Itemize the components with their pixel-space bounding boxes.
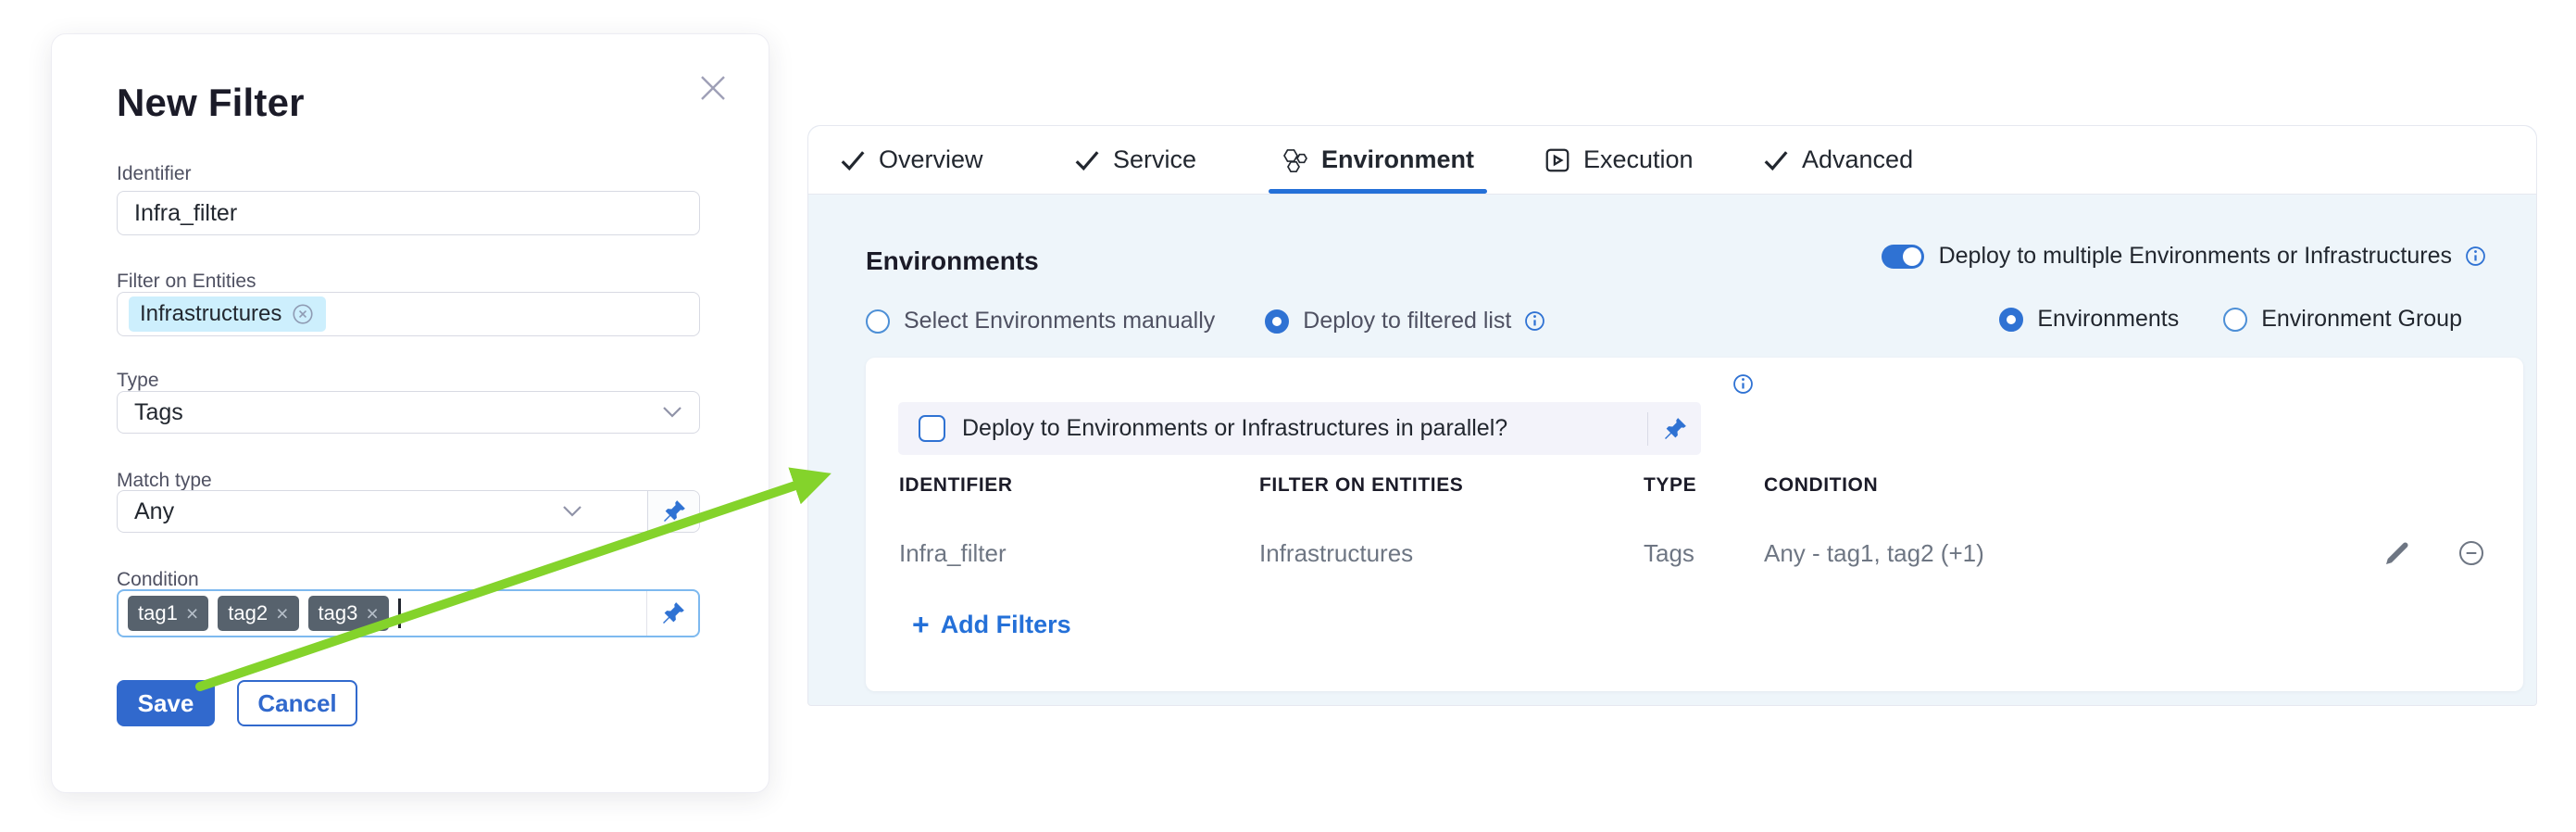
environment-group-radios: Environments Environment Group (1999, 306, 2462, 333)
stage-config-panel: Overview Service Environment (807, 125, 2537, 706)
tag-chip[interactable]: tag2 × (218, 596, 298, 631)
type-label: Type (117, 370, 159, 392)
radio-deploy-filtered-list[interactable] (1265, 309, 1289, 334)
column-header: TYPE (1644, 474, 1764, 497)
radio-environments[interactable] (1999, 308, 2023, 332)
column-header: FILTER ON ENTITIES (1259, 474, 1644, 497)
tag-chip-label: tag3 (319, 601, 358, 625)
toggle-knob (1903, 247, 1921, 266)
chevron-down-icon (662, 406, 682, 419)
radio-label: Select Environments manually (904, 308, 1215, 334)
page: New Filter Identifier Filter on Entities… (0, 0, 2576, 832)
toggle-label: Deploy to multiple Environments or Infra… (1939, 243, 2452, 270)
parallel-checkbox[interactable] (919, 415, 945, 442)
close-icon[interactable] (696, 71, 730, 105)
play-square-icon (1544, 146, 1571, 174)
type-select[interactable]: Tags (117, 391, 700, 434)
runtime-pin-button[interactable] (647, 491, 699, 532)
condition-field[interactable]: tag1 × tag2 × tag3 × (117, 589, 700, 637)
tag-chip[interactable]: tag3 × (308, 596, 389, 631)
filters-card: Deploy to Environments or Infrastructure… (866, 358, 2523, 691)
multi-env-toggle[interactable] (1882, 245, 1924, 269)
identifier-field[interactable] (117, 191, 700, 235)
match-type-label: Match type (117, 470, 212, 492)
check-icon (1073, 146, 1101, 174)
identifier-label: Identifier (117, 163, 192, 185)
cell-condition: Any - tag1, tag2 (+1) (1764, 539, 2366, 568)
add-filters-button[interactable]: + Add Filters (912, 610, 1071, 639)
parallel-checkbox-label: Deploy to Environments or Infrastructure… (962, 415, 1647, 442)
type-value: Tags (134, 399, 183, 426)
entity-chip-label: Infrastructures (140, 301, 281, 327)
chip-remove-icon[interactable] (291, 302, 315, 326)
tag-chip[interactable]: tag1 × (128, 596, 208, 631)
radio-label: Environments (2037, 306, 2179, 333)
cancel-button[interactable]: Cancel (237, 680, 357, 726)
cell-identifier: Infra_filter (899, 539, 1259, 568)
check-icon (1762, 146, 1790, 174)
runtime-pin-button[interactable] (646, 591, 698, 636)
info-icon[interactable] (1731, 372, 1756, 397)
tag-chip-label: tag1 (138, 601, 178, 625)
tab-environment[interactable]: Environment (1282, 126, 1474, 194)
modal-title: New Filter (117, 81, 305, 125)
tab-label: Environment (1321, 145, 1474, 174)
text-cursor (398, 599, 401, 628)
hexagons-icon (1282, 146, 1309, 174)
identifier-input[interactable] (118, 192, 699, 234)
environment-tab-content: Environments Select Environments manuall… (808, 195, 2536, 707)
parallel-option-bar: Deploy to Environments or Infrastructure… (898, 402, 1701, 455)
add-filters-label: Add Filters (941, 611, 1071, 639)
tab-label: Execution (1583, 145, 1694, 174)
divider (1647, 412, 1648, 446)
condition-label: Condition (117, 569, 199, 591)
match-type-select[interactable]: Any (117, 490, 700, 533)
tab-service[interactable]: Service (1073, 126, 1196, 194)
column-header: CONDITION (1764, 474, 2366, 497)
check-icon (839, 146, 867, 174)
edit-pencil-icon[interactable] (2382, 538, 2412, 568)
filter-on-entities-label: Filter on Entities (117, 271, 256, 293)
tab-label: Overview (879, 145, 983, 174)
entity-chip[interactable]: Infrastructures (129, 296, 326, 332)
new-filter-modal: New Filter Identifier Filter on Entities… (51, 33, 769, 793)
chevron-down-icon (562, 505, 582, 518)
tag-chip-label: tag2 (228, 601, 268, 625)
tab-execution[interactable]: Execution (1544, 126, 1694, 194)
save-button[interactable]: Save (117, 680, 215, 726)
remove-minus-icon[interactable] (2457, 538, 2486, 568)
plus-icon: + (912, 610, 930, 639)
radio-label: Environment Group (2261, 306, 2462, 333)
info-icon[interactable] (1522, 309, 1547, 334)
cell-type: Tags (1644, 539, 1764, 568)
filter-on-entities-field[interactable]: Infrastructures (117, 292, 700, 336)
pin-icon (660, 498, 688, 525)
radio-select-manually[interactable] (866, 309, 890, 334)
tag-remove-icon[interactable]: × (276, 603, 288, 624)
column-header: IDENTIFIER (899, 474, 1259, 497)
filters-table-header: IDENTIFIER FILTER ON ENTITIES TYPE CONDI… (899, 474, 2486, 497)
info-icon[interactable] (2463, 244, 2488, 269)
table-row: Infra_filter Infrastructures Tags Any - … (899, 530, 2486, 576)
radio-label: Deploy to filtered list (1303, 308, 1511, 334)
tag-remove-icon[interactable]: × (186, 603, 198, 624)
tab-label: Advanced (1802, 145, 1913, 174)
radio-environment-group[interactable] (2223, 308, 2247, 332)
multi-env-toggle-row: Deploy to multiple Environments or Infra… (1882, 243, 2488, 270)
pin-icon[interactable] (1661, 415, 1689, 443)
match-type-value: Any (134, 498, 562, 525)
tab-advanced[interactable]: Advanced (1762, 126, 1913, 194)
environment-selection-radios: Select Environments manually Deploy to f… (866, 308, 1547, 334)
environments-heading: Environments (866, 246, 1039, 276)
stage-tabbar: Overview Service Environment (808, 126, 2536, 195)
tab-label: Service (1113, 145, 1196, 174)
tab-overview[interactable]: Overview (839, 126, 983, 194)
cell-filter-on-entities: Infrastructures (1259, 539, 1644, 568)
pin-icon (659, 599, 687, 627)
tag-remove-icon[interactable]: × (366, 603, 378, 624)
